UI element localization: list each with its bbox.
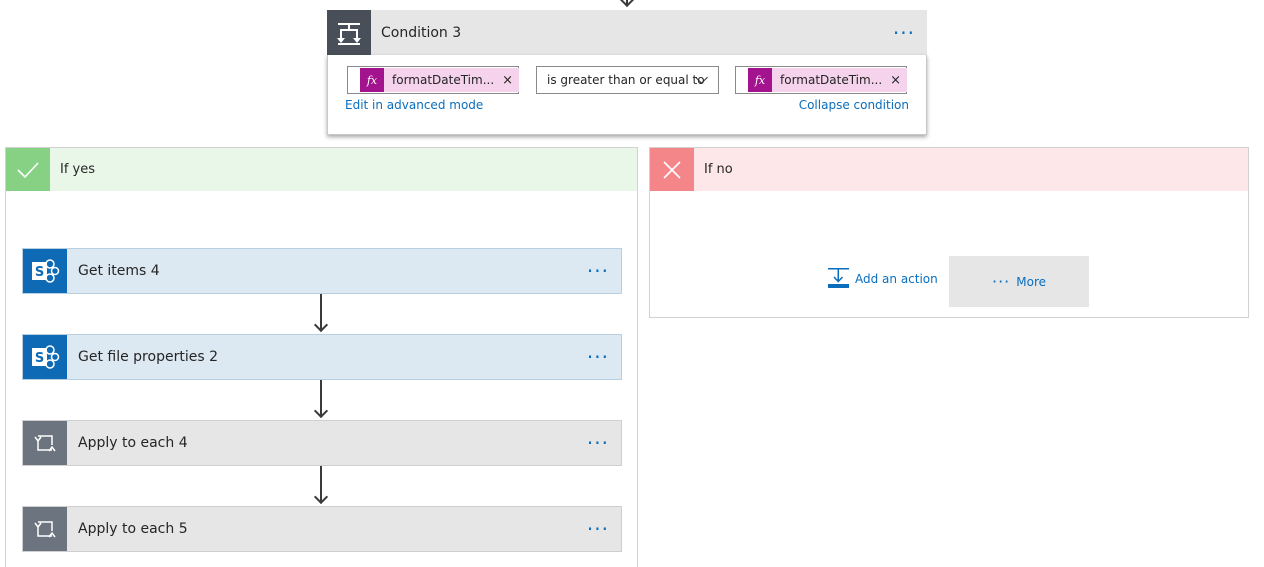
operator-value: is greater than or equal to (547, 73, 705, 87)
left-expression-token[interactable]: fx formatDateTim... × (360, 68, 520, 92)
condition-title: Condition 3 (381, 24, 462, 41)
branch-if-yes-title: If yes (60, 162, 96, 177)
condition-icon (327, 10, 371, 55)
action-get-items-4[interactable]: S Get items 4 ··· (22, 248, 622, 294)
action-more-icon[interactable]: ··· (587, 519, 609, 539)
loop-icon (23, 507, 67, 551)
operator-select[interactable]: is greater than or equal to (536, 66, 719, 94)
expression-fx-icon: fx (360, 68, 384, 92)
action-more-icon[interactable]: ··· (587, 433, 609, 453)
checkmark-icon (6, 148, 50, 191)
sharepoint-icon: S (23, 335, 67, 379)
more-button[interactable]: ··· More (949, 256, 1089, 307)
svg-text:S: S (35, 351, 44, 366)
remove-token-icon[interactable]: × (890, 73, 907, 88)
condition-card-body: fx formatDateTim... × is greater than or… (327, 55, 927, 135)
right-token-label: formatDateTim... (780, 73, 883, 87)
expression-fx-icon: fx (748, 68, 772, 92)
left-value-field[interactable]: fx formatDateTim... × (347, 66, 520, 94)
incoming-arrow-head (619, 0, 635, 8)
left-token-label: formatDateTim... (392, 73, 495, 87)
right-expression-token[interactable]: fx formatDateTim... × (748, 68, 908, 92)
close-icon (650, 148, 694, 191)
edit-advanced-mode-link[interactable]: Edit in advanced mode (345, 98, 483, 112)
action-title: Apply to each 5 (78, 521, 188, 537)
action-more-icon[interactable]: ··· (587, 261, 609, 281)
action-apply-to-each-5[interactable]: Apply to each 5 ··· (22, 506, 622, 552)
add-an-action-button[interactable]: Add an action (828, 268, 938, 290)
add-action-icon (828, 268, 849, 290)
action-more-icon[interactable]: ··· (587, 347, 609, 367)
collapse-condition-link[interactable]: Collapse condition (799, 98, 909, 112)
more-label: More (1016, 274, 1046, 289)
action-title: Apply to each 4 (78, 435, 188, 451)
action-apply-to-each-4[interactable]: Apply to each 4 ··· (22, 420, 622, 466)
loop-icon (23, 421, 67, 465)
svg-text:S: S (35, 265, 44, 280)
action-title: Get items 4 (78, 263, 160, 279)
action-get-file-properties-2[interactable]: S Get file properties 2 ··· (22, 334, 622, 380)
right-value-field[interactable]: fx formatDateTim... × (735, 66, 908, 94)
more-dots-icon: ··· (991, 272, 1011, 291)
action-title: Get file properties 2 (78, 349, 218, 365)
sharepoint-icon: S (23, 249, 67, 293)
branch-if-no-title: If no (704, 162, 733, 177)
branch-if-yes-header: If yes (6, 148, 637, 191)
add-an-action-label: Add an action (855, 272, 938, 286)
condition-more-icon[interactable]: ··· (893, 23, 915, 43)
condition-card-header[interactable]: Condition 3 ··· (327, 10, 927, 55)
remove-token-icon[interactable]: × (502, 73, 519, 88)
branch-if-no-header: If no (650, 148, 1248, 191)
